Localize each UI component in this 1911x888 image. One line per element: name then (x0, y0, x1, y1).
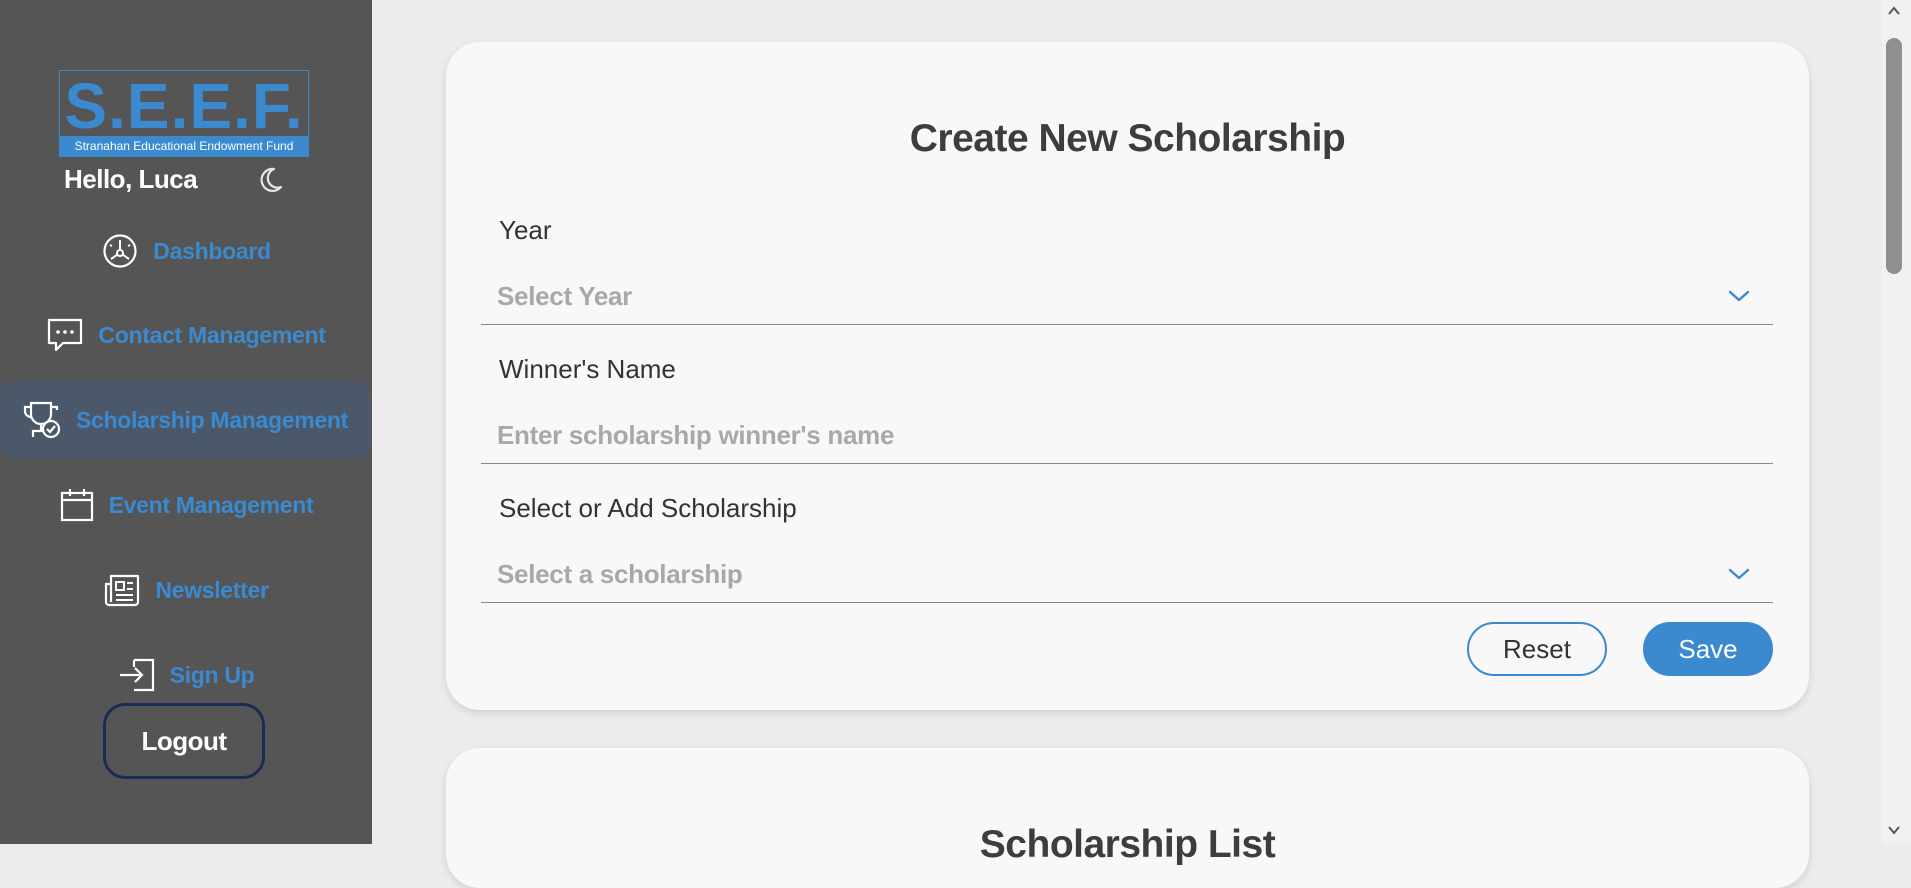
trophy-check-icon (23, 401, 61, 439)
dark-mode-moon-icon[interactable] (255, 165, 285, 195)
user-greeting: Hello, Luca (64, 164, 198, 194)
sidebar-item-label: Dashboard (153, 238, 271, 264)
sidebar-item-label: Sign Up (169, 662, 255, 688)
sidebar-item-label: Scholarship Management (75, 407, 349, 433)
seef-logo: S.E.E.F. Stranahan Educational Endowment… (59, 70, 309, 157)
sidebar-item-label: Event Management (108, 492, 314, 518)
winner-name-label: Winner's Name (499, 354, 676, 384)
sign-in-icon (119, 658, 154, 692)
sidebar: S.E.E.F. Stranahan Educational Endowment… (0, 0, 372, 844)
scholarship-placeholder: Select a scholarship (497, 559, 743, 589)
year-label: Year (499, 215, 552, 245)
page-title: Create New Scholarship (909, 117, 1346, 160)
scholarship-select[interactable]: Select a scholarship (481, 546, 1773, 603)
save-button[interactable]: Save (1643, 622, 1773, 676)
sidebar-item-event-management[interactable]: Event Management (0, 465, 372, 545)
dashboard-gauge-icon (103, 234, 137, 268)
scroll-up-arrow-icon[interactable] (1886, 4, 1902, 18)
calendar-icon (60, 489, 93, 522)
scholarship-list-title: Scholarship List (979, 823, 1276, 866)
reset-button[interactable]: Reset (1467, 622, 1607, 676)
scholarship-label: Select or Add Scholarship (499, 493, 797, 523)
logout-button[interactable]: Logout (103, 703, 265, 779)
sidebar-item-dashboard[interactable]: Dashboard (0, 211, 372, 291)
chevron-down-icon (1728, 290, 1750, 302)
year-placeholder: Select Year (497, 281, 633, 311)
chat-bubble-icon (48, 318, 83, 352)
sidebar-item-newsletter[interactable]: Newsletter (0, 550, 372, 630)
scholarship-list-card: Scholarship List (446, 748, 1809, 888)
sidebar-item-label: Contact Management (98, 322, 326, 348)
logo-subtitle: Stranahan Educational Endowment Fund (60, 136, 308, 156)
sidebar-item-contact-management[interactable]: Contact Management (0, 295, 372, 375)
winner-name-input[interactable]: Enter scholarship winner's name (481, 407, 1773, 464)
logo-title: S.E.E.F. (64, 70, 304, 142)
scroll-down-arrow-icon[interactable] (1886, 823, 1902, 837)
sidebar-item-label: Newsletter (155, 577, 269, 603)
sidebar-item-scholarship-management[interactable]: Scholarship Management (0, 381, 370, 459)
chevron-down-icon (1728, 568, 1750, 580)
year-select[interactable]: Select Year (481, 268, 1773, 325)
create-scholarship-card: Create New Scholarship Year Select Year … (446, 42, 1809, 710)
winner-name-placeholder: Enter scholarship winner's name (497, 420, 895, 450)
scrollbar-thumb[interactable] (1886, 38, 1902, 274)
newspaper-icon (105, 574, 140, 607)
